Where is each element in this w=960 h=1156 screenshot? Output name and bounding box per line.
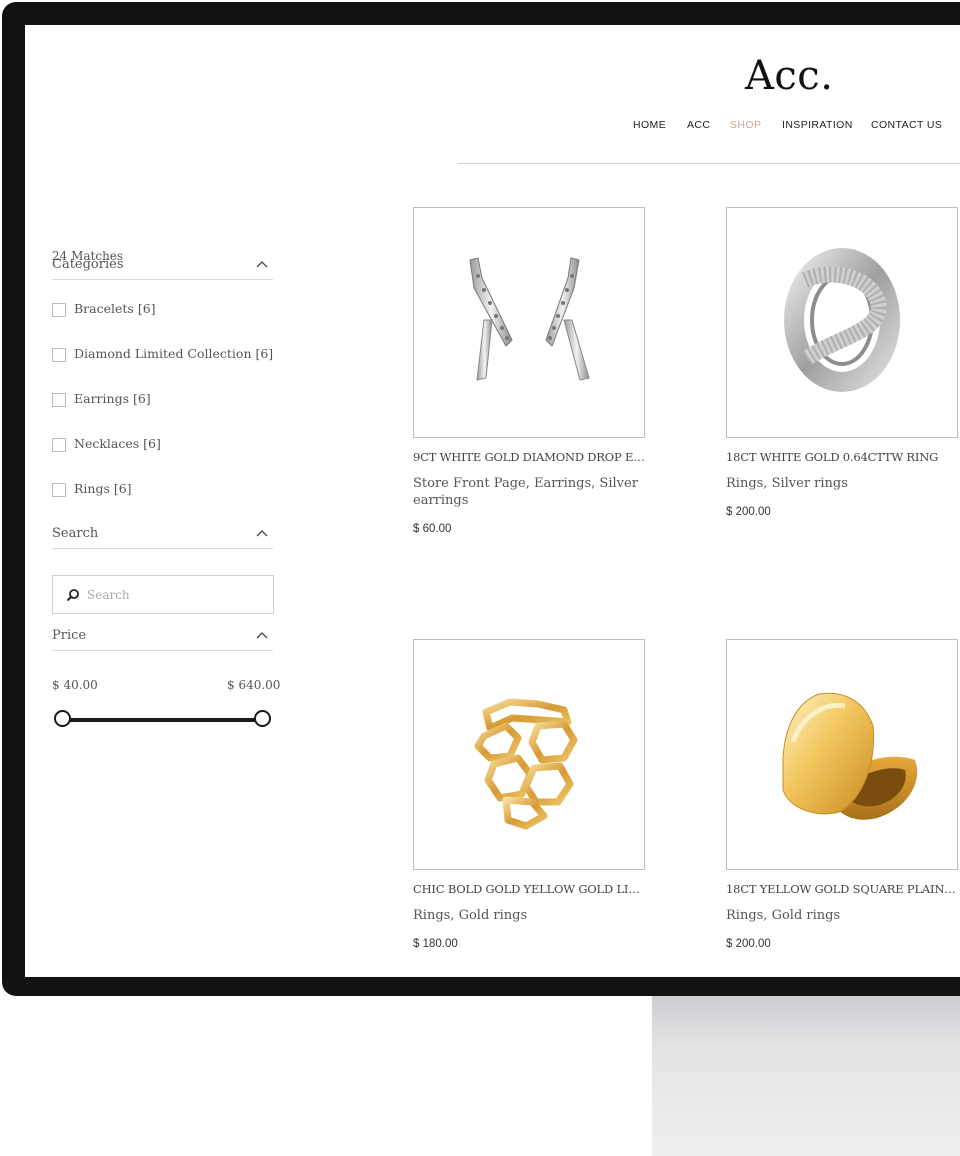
categories-title: Categories bbox=[52, 257, 124, 272]
search-input[interactable] bbox=[85, 585, 264, 605]
screen: Acc. HOME ACC SHOP INSPIRATION CONTACT U… bbox=[25, 25, 960, 977]
chevron-up-icon bbox=[256, 632, 268, 639]
search-title: Search bbox=[52, 526, 99, 541]
product-price: $ 180.00 bbox=[413, 938, 458, 950]
site-logo[interactable]: Acc. bbox=[745, 53, 833, 99]
white-gold-diamond-ring-image bbox=[784, 248, 900, 392]
gold-link-ring-image bbox=[474, 698, 578, 830]
checkbox[interactable] bbox=[52, 303, 66, 317]
product-categories: Rings, Gold rings bbox=[413, 908, 528, 923]
categories-filter-header[interactable]: Categories bbox=[52, 257, 273, 280]
category-option-necklaces[interactable]: Necklaces [6] bbox=[52, 436, 273, 455]
header-divider bbox=[458, 163, 960, 164]
price-slider-min-handle[interactable] bbox=[54, 710, 71, 727]
checkbox[interactable] bbox=[52, 483, 66, 497]
category-option-rings[interactable]: Rings [6] bbox=[52, 481, 273, 500]
nav-item-shop[interactable]: SHOP bbox=[730, 119, 761, 131]
price-slider-track[interactable] bbox=[63, 718, 263, 722]
category-label: Earrings [6] bbox=[74, 391, 151, 406]
category-option-bracelets[interactable]: Bracelets [6] bbox=[52, 301, 273, 320]
price-min-value: $ 40.00 bbox=[52, 678, 98, 692]
product-categories: Rings, Gold rings bbox=[726, 908, 841, 923]
category-label: Diamond Limited Collection [6] bbox=[74, 346, 274, 361]
search-filter-header[interactable]: Search bbox=[52, 526, 273, 549]
nav-item-home[interactable]: HOME bbox=[633, 119, 666, 131]
price-slider-max-handle[interactable] bbox=[254, 710, 271, 727]
category-option-earrings[interactable]: Earrings [6] bbox=[52, 391, 273, 410]
product-name[interactable]: 9CT WHITE GOLD DIAMOND DROP EAR... bbox=[413, 450, 645, 464]
product-image[interactable] bbox=[726, 639, 958, 870]
search-field[interactable] bbox=[52, 575, 274, 614]
main-nav: HOME ACC SHOP INSPIRATION CONTACT US bbox=[25, 119, 960, 133]
checkbox[interactable] bbox=[52, 438, 66, 452]
gold-signet-ring-image bbox=[782, 692, 918, 820]
product-categories: Store Front Page, Earrings, Silver earri… bbox=[413, 476, 638, 508]
nav-item-contact-us[interactable]: CONTACT US bbox=[871, 119, 942, 131]
product-price: $ 60.00 bbox=[413, 523, 452, 535]
monitor-stand bbox=[652, 990, 960, 1156]
price-title: Price bbox=[52, 628, 87, 643]
category-label: Rings [6] bbox=[74, 481, 132, 496]
price-filter-header[interactable]: Price bbox=[52, 628, 273, 651]
product-name[interactable]: CHIC BOLD GOLD YELLOW GOLD LINK... bbox=[413, 882, 645, 896]
checkbox[interactable] bbox=[52, 393, 66, 407]
nav-item-inspiration[interactable]: INSPIRATION bbox=[782, 119, 853, 131]
product-name[interactable]: 18CT WHITE GOLD 0.64CTTW RING bbox=[726, 450, 958, 464]
product-price: $ 200.00 bbox=[726, 938, 771, 950]
product-name[interactable]: 18CT YELLOW GOLD SQUARE PLAIN SI... bbox=[726, 882, 958, 896]
monitor-frame: Acc. HOME ACC SHOP INSPIRATION CONTACT U… bbox=[2, 2, 960, 996]
silver-drop-earrings-image bbox=[469, 257, 590, 381]
checkbox[interactable] bbox=[52, 348, 66, 362]
category-label: Necklaces [6] bbox=[74, 436, 161, 451]
chevron-up-icon bbox=[256, 530, 268, 537]
chevron-up-icon bbox=[256, 261, 268, 268]
product-image[interactable] bbox=[413, 639, 645, 870]
product-image[interactable] bbox=[726, 207, 958, 438]
nav-item-acc[interactable]: ACC bbox=[687, 119, 710, 131]
price-max-value: $ 640.00 bbox=[227, 678, 281, 692]
category-option-diamond-limited-collection[interactable]: Diamond Limited Collection [6] bbox=[52, 346, 274, 365]
product-price: $ 200.00 bbox=[726, 506, 771, 518]
product-categories: Rings, Silver rings bbox=[726, 476, 848, 491]
category-label: Bracelets [6] bbox=[74, 301, 156, 316]
product-image[interactable] bbox=[413, 207, 645, 438]
search-icon bbox=[66, 589, 79, 602]
